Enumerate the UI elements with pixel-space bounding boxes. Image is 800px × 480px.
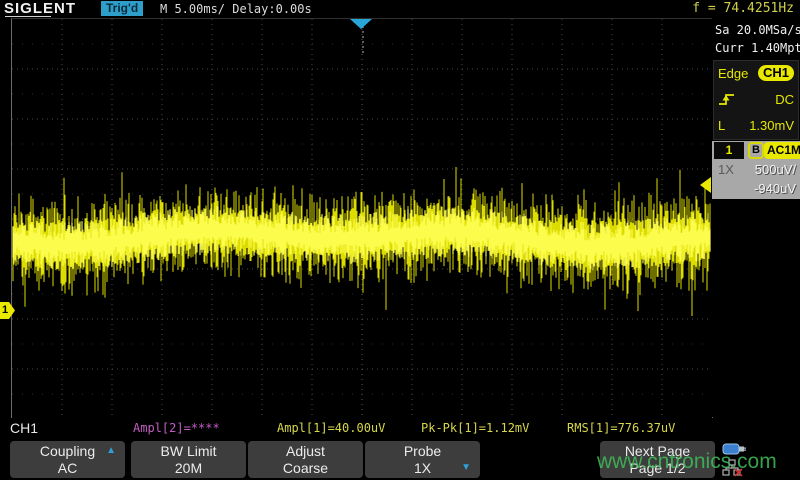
oscilloscope-screen: SIGLENT Trig'd M 5.00ms/ Delay:0.00s f =… (0, 0, 800, 480)
trigger-mode-label: Edge (718, 61, 748, 87)
bw-limit-button-label: BW Limit (131, 443, 246, 460)
timebase-readout[interactable]: M 5.00ms/ Delay:0.00s (160, 2, 312, 16)
measurement-ampl2: Ampl[2]=**** (133, 421, 220, 435)
waveform-svg (12, 19, 712, 418)
channel-number: 1 (714, 142, 744, 159)
measurement-channel-label: CH1 (10, 420, 38, 436)
up-arrow-icon: ▲ (106, 445, 116, 456)
trigger-level-value: 1.30mV (749, 113, 794, 139)
sample-rate: Sa 20.0MSa/s (715, 21, 800, 39)
adjust-button-value: Coarse (248, 460, 363, 476)
probe-button[interactable]: Probe 1X ▼ (365, 441, 480, 478)
probe-attenuation: 1X (718, 160, 734, 179)
trigger-coupling: DC (775, 87, 794, 113)
volts-per-div: 500uV/ (755, 160, 796, 179)
top-status-bar: SIGLENT Trig'd M 5.00ms/ Delay:0.00s f =… (0, 0, 800, 18)
trigger-panel[interactable]: Edge CH1 DC L 1.30mV (713, 60, 799, 140)
trigger-position-marker-icon[interactable] (350, 19, 372, 29)
watermark: www.cntronics.com (597, 450, 777, 474)
measurement-row: CH1 Ampl[2]=**** Ampl[1]=40.00uV Pk-Pk[1… (0, 418, 800, 439)
bw-limit-button[interactable]: BW Limit 20M (131, 441, 246, 478)
memory-depth: Curr 1.40Mpts (715, 39, 800, 57)
probe-button-label: Probe (365, 443, 480, 460)
trigger-level-label: L (718, 113, 725, 139)
coupling-button[interactable]: Coupling AC ▲ (10, 441, 125, 478)
frequency-counter: f = 74.4251Hz (692, 2, 794, 16)
down-arrow-icon: ▼ (461, 462, 471, 473)
bandwidth-limit-badge: B (748, 142, 764, 159)
trigger-level-marker-icon[interactable] (700, 177, 711, 193)
bw-limit-button-value: 20M (131, 460, 246, 476)
measurement-pkpk1: Pk-Pk[1]=1.12mV (421, 421, 529, 435)
adjust-button-label: Adjust (248, 443, 363, 460)
trigger-status-badge: Trig'd (101, 1, 143, 16)
adjust-button[interactable]: Adjust Coarse (248, 441, 363, 478)
channel-offset: -940uV (754, 179, 796, 198)
channel-coupling-badge: AC1M (764, 142, 800, 159)
siglent-logo: SIGLENT (4, 0, 76, 17)
acquisition-info: Sa 20.0MSa/s Curr 1.40Mpts (715, 21, 800, 57)
channel1-info-panel[interactable]: 1 B AC1M 1X 500uV/ -940uV (712, 141, 800, 199)
trigger-source-badge: CH1 (758, 65, 794, 81)
measurement-ampl1: Ampl[1]=40.00uV (277, 421, 385, 435)
right-sidebar: Sa 20.0MSa/s Curr 1.40Mpts Edge CH1 DC L… (712, 18, 800, 417)
measurement-rms1: RMS[1]=776.37uV (567, 421, 675, 435)
coupling-button-value: AC (10, 460, 125, 476)
waveform-display[interactable] (11, 18, 713, 419)
